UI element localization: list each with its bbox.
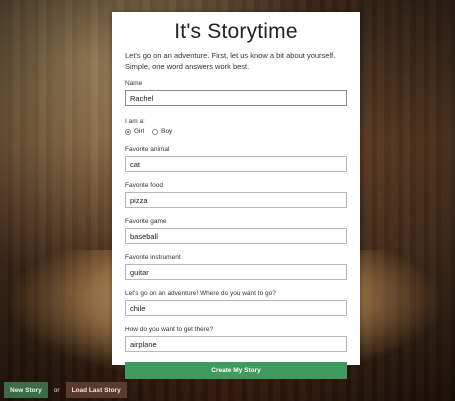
radio-girl[interactable]: Girl xyxy=(125,128,144,135)
game-input[interactable] xyxy=(125,228,347,244)
name-input[interactable] xyxy=(125,90,347,106)
transport-input[interactable] xyxy=(125,336,347,352)
destination-label: Let's go on an adventure! Where do you w… xyxy=(125,290,276,297)
story-form-card: It's Storytime Let's go on an adventure.… xyxy=(112,12,360,379)
animal-label: Favorite animal xyxy=(125,146,170,153)
load-last-story-button[interactable]: Load Last Story xyxy=(65,382,127,398)
create-story-button[interactable]: Create My Story xyxy=(125,362,347,379)
food-label: Favorite food xyxy=(125,182,163,189)
name-label: Name xyxy=(125,80,143,87)
game-label: Favorite game xyxy=(125,218,167,225)
animal-input[interactable] xyxy=(125,156,347,172)
radio-girl-dot[interactable] xyxy=(125,128,131,135)
food-input[interactable] xyxy=(125,192,347,208)
radio-boy-dot[interactable] xyxy=(152,128,159,135)
radio-girl-label: Girl xyxy=(134,128,145,135)
or-text: or xyxy=(53,386,60,394)
page-title: It's Storytime xyxy=(174,20,298,43)
radio-boy-label: Boy xyxy=(161,128,173,135)
new-story-button[interactable]: New Story xyxy=(4,382,48,398)
gender-label: I am a: xyxy=(125,118,145,125)
radio-boy[interactable]: Boy xyxy=(152,128,172,135)
transport-label: How do you want to get there? xyxy=(125,326,214,333)
instrument-label: Favorite instrument xyxy=(125,254,181,261)
instrument-input[interactable] xyxy=(125,264,347,280)
gender-radio-group: Girl Boy xyxy=(125,128,347,135)
destination-input[interactable] xyxy=(125,300,347,316)
intro-text: Let's go on an adventure. First, let us … xyxy=(125,51,336,71)
footer-actions: New Story or Load Last Story xyxy=(4,382,127,398)
